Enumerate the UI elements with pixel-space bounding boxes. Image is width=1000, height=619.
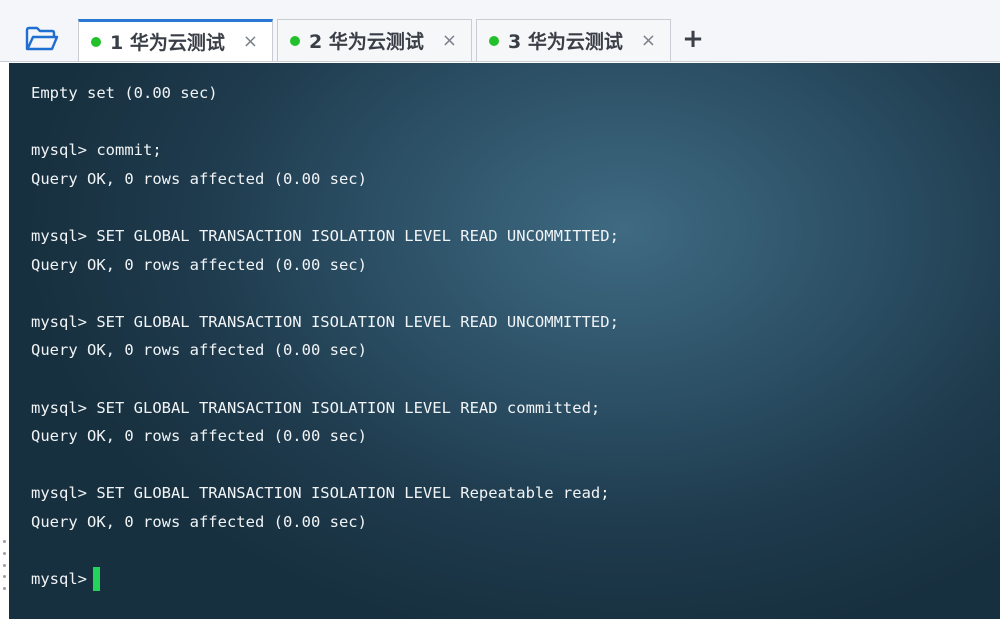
connection-status-dot-icon	[91, 36, 101, 47]
open-session-button[interactable]	[22, 24, 62, 54]
terminal-line: Query OK, 0 rows affected (0.00 sec)	[31, 169, 367, 188]
tab-bar: 1 华为云测试 × 2 华为云测试 × 3 华为云测试 × +	[0, 0, 1000, 62]
terminal-line: mysql> SET GLOBAL TRANSACTION ISOLATION …	[31, 226, 619, 245]
terminal-app-window: 1 华为云测试 × 2 华为云测试 × 3 华为云测试 × + Empty se…	[0, 0, 1000, 619]
terminal-line: mysql> SET GLOBAL TRANSACTION ISOLATION …	[31, 398, 601, 417]
text-cursor-icon	[93, 566, 100, 591]
add-tab-button[interactable]: +	[680, 26, 706, 52]
folder-open-icon	[25, 26, 59, 51]
terminal-line: Query OK, 0 rows affected (0.00 sec)	[31, 255, 367, 274]
terminal-prompt: mysql>	[31, 570, 87, 589]
tab-session-2[interactable]: 2 华为云测试 ×	[277, 19, 472, 61]
tab-label: 2 华为云测试	[309, 31, 424, 53]
close-tab-icon[interactable]: ×	[641, 31, 656, 50]
connection-status-dot-icon	[489, 35, 499, 46]
terminal-line: Query OK, 0 rows affected (0.00 sec)	[31, 427, 367, 446]
tab-label: 1 华为云测试	[110, 32, 225, 54]
terminal-line: Empty set (0.00 sec)	[31, 84, 218, 102]
terminal-line: mysql> commit;	[31, 141, 162, 160]
tab-session-3[interactable]: 3 华为云测试 ×	[476, 19, 671, 61]
terminal-lines: Empty set (0.00 sec) mysql> commit; Query …	[31, 79, 990, 594]
terminal-output[interactable]: Empty set (0.00 sec) mysql> commit; Query …	[9, 63, 1000, 619]
terminal-prompt-line[interactable]: mysql>	[31, 565, 990, 594]
terminal-line: mysql> SET GLOBAL TRANSACTION ISOLATION …	[31, 484, 610, 503]
tab-session-1[interactable]: 1 华为云测试 ×	[78, 19, 273, 61]
terminal-line: mysql> SET GLOBAL TRANSACTION ISOLATION …	[31, 312, 619, 331]
terminal-line: Query OK, 0 rows affected (0.00 sec)	[31, 512, 367, 531]
terminal-line: Query OK, 0 rows affected (0.00 sec)	[31, 341, 367, 360]
resize-grip-icon[interactable]	[2, 540, 6, 590]
tab-label: 3 华为云测试	[508, 31, 623, 53]
close-tab-icon[interactable]: ×	[442, 31, 457, 50]
connection-status-dot-icon	[290, 35, 300, 46]
close-tab-icon[interactable]: ×	[243, 32, 258, 51]
